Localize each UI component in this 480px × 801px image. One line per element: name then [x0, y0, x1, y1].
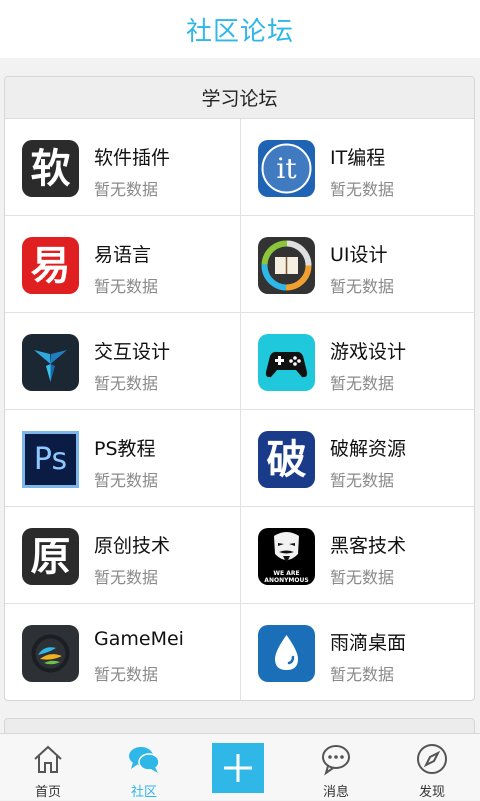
- chat-bubbles-icon: [127, 742, 161, 776]
- book-ring-icon: [258, 237, 315, 294]
- forum-item-name: 易语言: [94, 244, 152, 266]
- forum-item-status: 暂无数据: [330, 471, 395, 490]
- gamemei-logo-icon: [22, 625, 79, 682]
- forum-item-name: 原创技术: [94, 535, 171, 557]
- top-bar: 社区论坛: [0, 0, 480, 58]
- forum-item-heike[interactable]: WE ARE ANONYMOUS 黑客技术 暂无数据: [240, 507, 474, 604]
- forum-item-name: GameMei: [94, 628, 184, 650]
- tab-label: 首页: [34, 785, 61, 800]
- page-title: 社区论坛: [185, 16, 294, 47]
- bottom-tab-bar: 首页 社区 消息 发现: [0, 733, 480, 800]
- anonymous-mask-icon: WE ARE ANONYMOUS: [258, 528, 315, 585]
- section-header: 学习论坛: [5, 77, 474, 119]
- forum-item-jiaohu[interactable]: 交互设计 暂无数据: [5, 313, 240, 410]
- forum-section-card: 学习论坛 软 软件插件 暂无数据 it IT编程 暂无数据 易 易语言 暂无数据…: [4, 76, 475, 701]
- forum-item-name: 交互设计: [94, 341, 171, 363]
- forum-item-pojie[interactable]: 破 破解资源 暂无数据: [240, 410, 474, 507]
- forum-item-name: 破解资源: [330, 438, 407, 460]
- tab-home[interactable]: 首页: [0, 734, 96, 801]
- forum-item-status: 暂无数据: [94, 277, 159, 296]
- forum-item-ps[interactable]: Ps PS教程 暂无数据: [5, 410, 240, 507]
- tab-add[interactable]: [192, 734, 288, 801]
- forum-item-gamemei[interactable]: GameMei 暂无数据: [5, 604, 240, 700]
- forum-item-name: 雨滴桌面: [330, 632, 407, 654]
- forum-item-status: 暂无数据: [94, 568, 159, 587]
- po-icon: 破: [258, 431, 315, 488]
- gamepad-icon: [258, 334, 315, 391]
- forum-item-name: 游戏设计: [330, 341, 407, 363]
- forum-item-youxi[interactable]: 游戏设计 暂无数据: [240, 313, 474, 410]
- forum-item-ui[interactable]: UI设计 暂无数据: [240, 216, 474, 313]
- forum-item-name: 黑客技术: [330, 535, 407, 557]
- message-icon: [319, 742, 353, 776]
- it-icon: it: [258, 140, 315, 197]
- photoshop-icon: Ps: [22, 431, 79, 488]
- forum-item-name: PS教程: [94, 438, 156, 460]
- forum-item-status: 暂无数据: [330, 180, 395, 199]
- forum-item-yudi[interactable]: 雨滴桌面 暂无数据: [240, 604, 474, 700]
- forum-item-name: IT编程: [330, 147, 386, 169]
- tab-label: 消息: [322, 785, 349, 800]
- tab-messages[interactable]: 消息: [288, 734, 384, 801]
- section-title: 学习论坛: [201, 88, 278, 110]
- tab-label: 社区: [130, 785, 157, 800]
- forum-item-status: 暂无数据: [330, 568, 395, 587]
- forum-item-status: 暂无数据: [330, 665, 395, 684]
- plus-icon: [224, 754, 252, 782]
- forum-item-status: 暂无数据: [94, 665, 159, 684]
- forum-item-status: 暂无数据: [330, 277, 395, 296]
- triad-logo-icon: [22, 334, 79, 391]
- forum-item-name: 软件插件: [94, 147, 171, 169]
- forum-item-status: 暂无数据: [330, 374, 395, 393]
- forum-item-name: UI设计: [330, 244, 388, 266]
- home-icon: [31, 742, 65, 776]
- add-post-button[interactable]: [212, 743, 264, 793]
- yuan-icon: 原: [22, 528, 79, 585]
- forum-item-status: 暂无数据: [94, 471, 159, 490]
- forum-item-ruanjian[interactable]: 软 软件插件 暂无数据: [5, 119, 240, 216]
- tab-label: 发现: [418, 785, 445, 800]
- forum-item-status: 暂无数据: [94, 180, 159, 199]
- raindrop-icon: [258, 625, 315, 682]
- tab-discover[interactable]: 发现: [384, 734, 480, 801]
- tab-community[interactable]: 社区: [96, 734, 192, 801]
- forum-item-status: 暂无数据: [94, 374, 159, 393]
- ruanjian-icon: 软: [22, 140, 79, 197]
- forum-item-yiyuyan[interactable]: 易 易语言 暂无数据: [5, 216, 240, 313]
- compass-icon: [415, 742, 449, 776]
- forum-item-yuanchuang[interactable]: 原 原创技术 暂无数据: [5, 507, 240, 604]
- yi-icon: 易: [22, 237, 79, 294]
- forum-item-it[interactable]: it IT编程 暂无数据: [240, 119, 474, 216]
